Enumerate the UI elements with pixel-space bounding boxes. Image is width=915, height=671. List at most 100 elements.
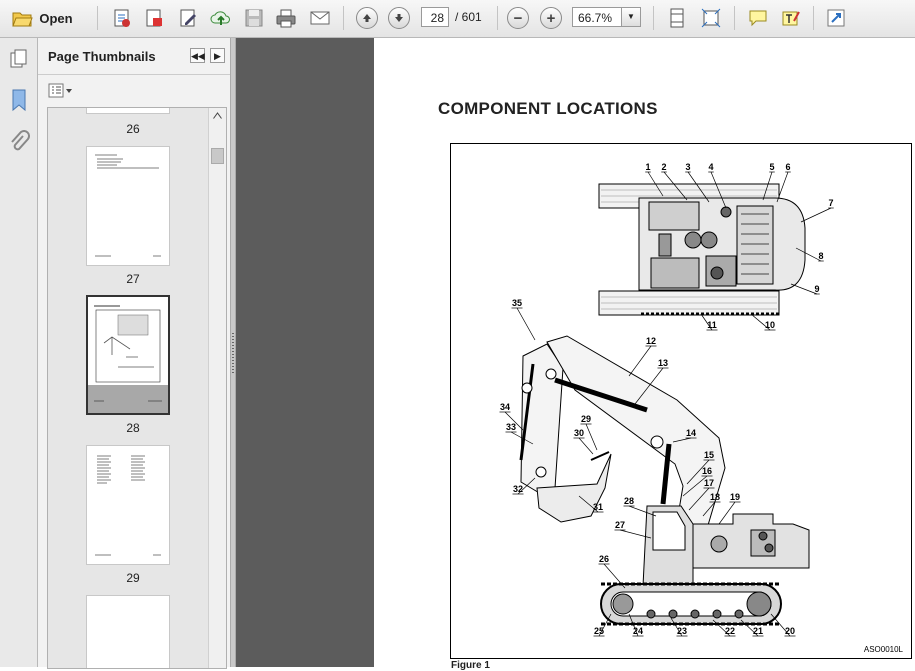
open-label: Open: [39, 10, 73, 26]
excavator-diagram: 1 2 3 4 5 6789101112131415161718 1920212223242…: [499, 162, 904, 654]
figure-caption: Figure 1: [451, 660, 490, 671]
scrollbar-thumb[interactable]: [211, 148, 224, 164]
email-button[interactable]: [307, 5, 333, 31]
page-number-input[interactable]: 28: [421, 7, 449, 27]
callout-number: 25: [594, 626, 604, 636]
double-chevron-left-icon: ◀◀: [191, 51, 205, 61]
callout-number: 5: [769, 162, 774, 172]
zoom-out-button[interactable]: −: [507, 7, 529, 29]
pages-icon[interactable]: [8, 48, 30, 70]
thumbnail-image: [95, 154, 161, 257]
callout-number: 9: [814, 284, 819, 294]
separator: [813, 6, 814, 30]
callout-number: 29: [581, 414, 591, 424]
callout-number: 23: [677, 626, 687, 636]
figure-code: ASO0010L: [864, 645, 904, 654]
splitter-grip: [232, 333, 234, 373]
prev-page-button[interactable]: [356, 7, 378, 29]
callout-number: 34: [500, 402, 510, 412]
attachment-icon[interactable]: [8, 130, 30, 154]
callout-number: 2: [661, 162, 666, 172]
thumbnail-page-number: 26: [126, 122, 140, 136]
zoom-in-icon: +: [546, 9, 556, 27]
separator: [497, 6, 498, 30]
highlight-icon: [782, 11, 800, 26]
callout-number: 14: [686, 428, 696, 438]
thumbnail-scrollbar[interactable]: [208, 108, 226, 668]
callout-number: 19: [730, 492, 740, 502]
save-icon: [245, 9, 263, 27]
callout-number: 10: [765, 320, 775, 330]
callout-number: 13: [658, 358, 668, 368]
thumbnail-options-row: [38, 75, 230, 107]
next-page-button[interactable]: [388, 7, 410, 29]
upload-icon: [210, 11, 230, 25]
full-screen-button[interactable]: [698, 5, 724, 31]
chevron-down-icon: ▼: [627, 12, 635, 21]
comment-button[interactable]: [745, 5, 771, 31]
callout-number: 3: [685, 162, 690, 172]
callout-number: 18: [710, 492, 720, 502]
next-page-icon: [395, 14, 403, 22]
callout-number: 26: [599, 554, 609, 564]
highlight-button[interactable]: [778, 5, 804, 31]
callout-number: 33: [506, 422, 516, 432]
separator: [343, 6, 344, 30]
create-pdf-icon: [114, 9, 130, 27]
zoom-in-button[interactable]: +: [540, 7, 562, 29]
top-view: [598, 183, 806, 316]
thumbnail-page[interactable]: [86, 445, 170, 565]
callout-number: 28: [624, 496, 634, 506]
upload-button[interactable]: [208, 5, 234, 31]
thumbnail-page-selected[interactable]: [86, 295, 170, 415]
print-button[interactable]: [274, 5, 298, 31]
callout-number: 35: [512, 298, 522, 308]
panel-title: Page Thumbnails: [48, 49, 156, 64]
thumbnail-page-number: 28: [126, 421, 140, 435]
page-total: / 601: [455, 10, 482, 24]
callout-leader-line: [790, 283, 818, 295]
save-button[interactable]: [242, 5, 266, 31]
email-icon: [310, 11, 330, 25]
thumbnail-page[interactable]: [86, 595, 170, 668]
separator: [97, 6, 98, 30]
bookmark-icon[interactable]: [10, 88, 28, 112]
collapse-panel-button[interactable]: ◀◀: [190, 48, 205, 63]
callout-number: 7: [828, 198, 833, 208]
callout-leader-line: [585, 423, 598, 451]
callout-number: 15: [704, 450, 714, 460]
prev-page-icon: [363, 14, 371, 22]
navigation-pane-strip: [0, 38, 38, 667]
thumbnail-page[interactable]: [86, 146, 170, 266]
export-pdf-button[interactable]: [142, 5, 166, 31]
thumbnail-page-number: 29: [126, 571, 140, 585]
callout-number: 27: [615, 520, 625, 530]
scroll-up-icon[interactable]: [213, 112, 222, 119]
separator: [653, 6, 654, 30]
thumbnail-page-number: 27: [126, 272, 140, 286]
open-button[interactable]: Open: [6, 5, 78, 31]
thumbnail-panel: Page Thumbnails ◀◀ ▶ 26 27 28 29: [38, 38, 230, 669]
close-panel-button[interactable]: ▶: [210, 48, 225, 63]
thumbnail-list[interactable]: 26 27 28 29: [47, 107, 227, 669]
create-pdf-button[interactable]: [110, 5, 134, 31]
callout-number: 31: [593, 502, 603, 512]
callout-number: 24: [633, 626, 643, 636]
zoom-input[interactable]: 66.7%: [572, 7, 622, 27]
expand-button[interactable]: [823, 5, 849, 31]
callout-number: 8: [818, 251, 823, 261]
callout-leader-line: [516, 307, 536, 341]
thumbnail-panel-header: Page Thumbnails ◀◀ ▶: [38, 38, 230, 75]
expand-icon: [827, 9, 845, 27]
zoom-dropdown[interactable]: ▼: [621, 7, 641, 27]
fit-page-button[interactable]: [664, 5, 690, 31]
open-folder-icon: [12, 12, 34, 27]
comment-icon: [749, 10, 767, 27]
callout-number: 1: [645, 162, 650, 172]
full-screen-icon: [701, 8, 721, 28]
edit-button[interactable]: [176, 5, 200, 31]
document-page: COMPONENT LOCATIONS 1 2 3 4 5 6 7 8 9 10…: [374, 38, 915, 671]
thumbnail-page[interactable]: [86, 108, 170, 114]
options-menu-button[interactable]: [48, 83, 74, 101]
callout-leader-line: [800, 207, 832, 223]
